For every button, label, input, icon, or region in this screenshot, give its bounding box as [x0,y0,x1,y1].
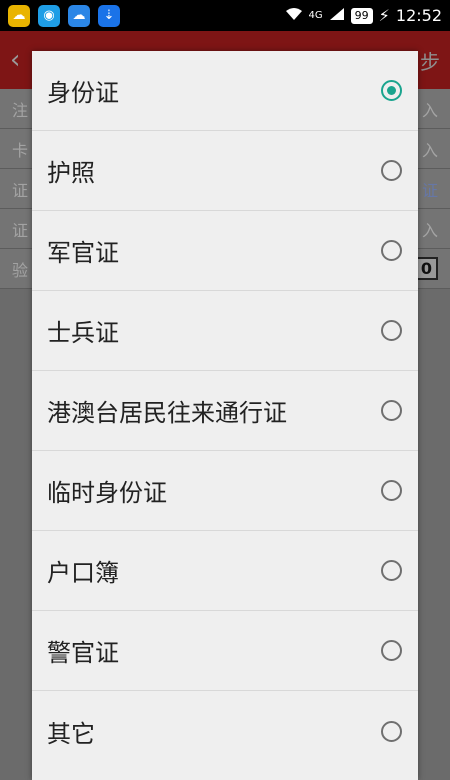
back-chevron-icon: ‹ [10,45,21,75]
qq-icon: ◉ [38,4,60,27]
row-label: 卡 [12,140,29,160]
row-value: 入 [421,140,438,160]
radio-unchecked-icon[interactable] [381,720,402,742]
clock: 12:52 [395,6,442,25]
radio-unchecked-icon[interactable] [381,640,402,661]
option-label: 军官证 [47,239,119,267]
option-label: 其它 [47,719,95,748]
option-temporary-id[interactable]: 临时身份证 [32,451,418,531]
option-id-card[interactable]: 身份证 [32,51,418,131]
option-label: 户口簿 [47,559,119,587]
radio-unchecked-icon[interactable] [381,240,402,261]
radio-unchecked-icon[interactable] [381,320,402,341]
row-label: 验 [12,260,29,280]
option-label: 护照 [47,159,95,187]
row-label: 证 [12,180,29,200]
weather-app-icon: ☁ [8,4,30,27]
next-step-label: 步 [420,49,440,74]
row-label: 注 [12,100,29,120]
row-value: 证 [421,180,438,200]
option-passport[interactable]: 护照 [32,131,418,211]
row-value: 入 [421,220,438,240]
battery-level: 99 [350,7,373,24]
wifi-icon [285,6,303,25]
option-soldier-id[interactable]: 士兵证 [32,291,418,371]
option-other[interactable]: 其它 [32,691,418,771]
id-type-dialog: 身份证 护照 军官证 士兵证 港澳台居民往来通行证 临时身份证 户口簿 警官证 … [32,51,418,780]
row-label: 证 [12,220,29,240]
option-label: 临时身份证 [47,479,167,507]
radio-unchecked-icon[interactable] [381,160,402,181]
option-label: 身份证 [47,79,119,107]
captcha-box: 0 [414,257,438,280]
notification-icons: ☁ ◉ ☁ ⇣ [8,4,120,27]
network-type: 4G [308,10,323,21]
signal-icon [329,6,345,25]
option-label: 港澳台居民往来通行证 [47,399,287,427]
cloud-app-icon: ☁ [68,4,90,27]
radio-unchecked-icon[interactable] [381,480,402,501]
option-police-id[interactable]: 警官证 [32,611,418,691]
radio-unchecked-icon[interactable] [381,400,402,421]
option-hmt-permit[interactable]: 港澳台居民往来通行证 [32,371,418,451]
download-app-icon: ⇣ [98,4,120,27]
status-bar: ☁ ◉ ☁ ⇣ 4G 99 ⚡ 12:52 [0,0,450,31]
radio-unchecked-icon[interactable] [381,560,402,581]
option-label: 士兵证 [47,319,119,347]
option-officer-id[interactable]: 军官证 [32,211,418,291]
option-household-register[interactable]: 户口簿 [32,531,418,611]
charging-icon: ⚡ [378,6,390,25]
row-value: 入 [421,100,438,120]
option-label: 警官证 [47,639,119,667]
radio-checked-icon[interactable] [381,80,402,101]
